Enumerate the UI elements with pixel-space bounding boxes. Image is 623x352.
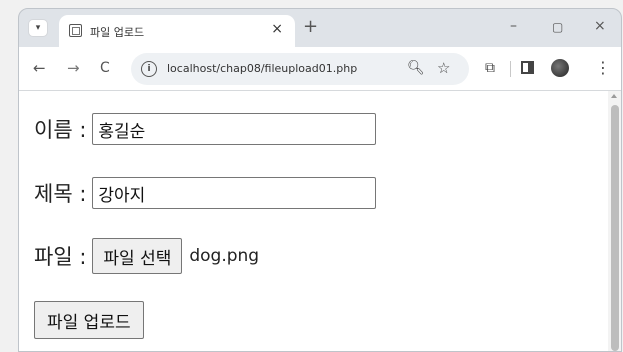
upload-button[interactable]: 파일 업로드 [34, 301, 144, 339]
page-viewport: 이름 : 제목 : 파일 : 파일 선택 dog.png 파일 업로드 [19, 91, 621, 351]
close-window-button[interactable]: × [594, 18, 606, 34]
maximize-button[interactable]: ▢ [552, 19, 563, 35]
side-panel-icon[interactable] [521, 61, 534, 74]
name-row: 이름 : [34, 113, 377, 145]
menu-icon[interactable]: ⋮ [595, 59, 611, 77]
scroll-thumb[interactable] [611, 105, 619, 351]
minimize-button[interactable]: – [510, 18, 517, 34]
reload-button[interactable]: C [100, 59, 110, 77]
vertical-scrollbar[interactable] [608, 91, 621, 351]
extensions-icon[interactable]: ⧉ [485, 59, 495, 77]
name-input[interactable] [92, 113, 377, 145]
zoom-icon[interactable]: 🔍︎ [407, 60, 425, 76]
forward-button[interactable]: → [67, 59, 80, 77]
tab-title: 파일 업로드 [90, 26, 145, 39]
tab-search-icon[interactable]: ▾ [28, 19, 48, 37]
new-tab-button[interactable]: + [303, 18, 318, 36]
browser-toolbar: ← → C i localhost/chap08/fileupload01.ph… [19, 47, 621, 91]
url-text[interactable]: localhost/chap08/fileupload01.php [167, 62, 357, 75]
back-button[interactable]: ← [33, 59, 46, 77]
title-input[interactable] [92, 177, 377, 209]
name-label: 이름 : [34, 118, 87, 142]
title-row: 제목 : [34, 177, 377, 209]
browser-tab[interactable]: 파일 업로드 × [59, 15, 295, 47]
browser-window: ▾ 파일 업로드 × + – ▢ × ← → C i localhost/cha… [18, 8, 622, 352]
profile-icon[interactable] [551, 59, 569, 77]
address-bar[interactable]: i localhost/chap08/fileupload01.php 🔍︎ ☆ [131, 53, 469, 85]
toolbar-divider [510, 61, 511, 77]
tab-strip: ▾ 파일 업로드 × + – ▢ × [19, 9, 621, 47]
file-row: 파일 : 파일 선택 dog.png [34, 238, 259, 274]
choose-file-button[interactable]: 파일 선택 [92, 238, 183, 274]
star-icon[interactable]: ☆ [437, 59, 450, 77]
file-label: 파일 : [34, 245, 87, 269]
selected-file-name: dog.png [189, 246, 260, 266]
title-label: 제목 : [34, 182, 87, 206]
tab-close-icon[interactable]: × [271, 21, 283, 37]
site-info-icon[interactable]: i [141, 61, 157, 77]
favicon-icon [69, 24, 82, 37]
scroll-up-icon[interactable] [611, 94, 617, 98]
